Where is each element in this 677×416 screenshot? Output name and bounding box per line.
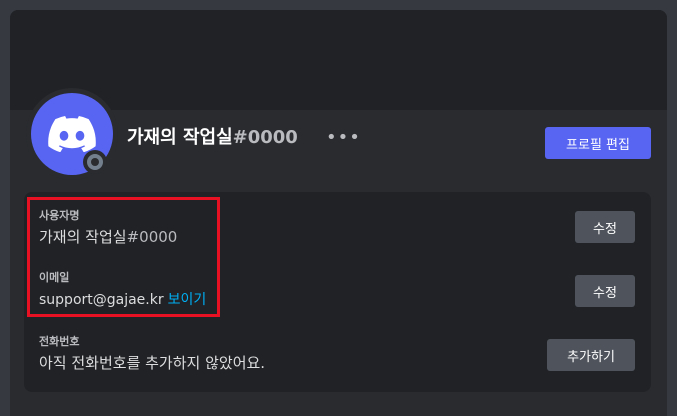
profile-display-name: 가재의 작업실 [127, 127, 233, 148]
add-phone-button[interactable]: 추가하기 [547, 339, 635, 371]
ellipsis-icon[interactable]: ••• [326, 126, 361, 150]
edit-username-button[interactable]: 수정 [575, 211, 635, 243]
phone-value: 아직 전화번호를 추가하지 않았어요. [39, 354, 266, 372]
edit-profile-button[interactable]: 프로필 편집 [545, 127, 651, 159]
status-offline-icon [83, 150, 107, 174]
profile-tag: #0000 [232, 127, 298, 148]
highlight-box [27, 197, 220, 317]
edit-email-button[interactable]: 수정 [575, 275, 635, 307]
phone-label: 전화번호 [39, 335, 80, 348]
profile-banner [10, 10, 667, 110]
profile-name: 가재의 작업실#0000 [127, 126, 298, 150]
